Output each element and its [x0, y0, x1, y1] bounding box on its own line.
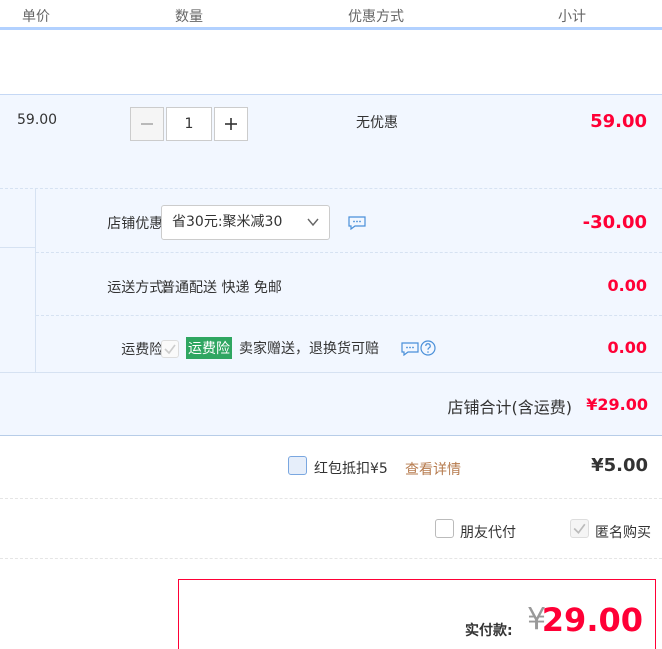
- quantity-input[interactable]: 1: [166, 107, 212, 141]
- check-icon: [573, 523, 586, 535]
- insurance-badge: 运费险: [186, 337, 232, 359]
- payment-options-row: 朋友代付 匿名购买: [0, 499, 662, 559]
- item-unit-price: 59.00: [17, 112, 58, 128]
- decrease-quantity-button[interactable]: [130, 107, 164, 141]
- item-subtotal: 59.00: [590, 111, 647, 132]
- help-icon[interactable]: [420, 340, 436, 356]
- insurance-row: 运费险: 运费险 卖家赠送，退换货可赔 0.00: [36, 316, 662, 372]
- shipping-amount: 0.00: [607, 276, 647, 295]
- shop-total-label: 店铺合计(含运费): [447, 398, 573, 417]
- col-unit-price: 单价: [22, 9, 50, 25]
- cart-item-row: 59.00 1 无优惠 59.00: [0, 94, 662, 189]
- shop-total-row: 店铺合计(含运费) ¥29.00: [0, 372, 662, 436]
- red-packet-checkbox[interactable]: [288, 456, 307, 475]
- shop-discount-row: 店铺优惠: 省30元:聚米减30 -30.00: [36, 189, 662, 253]
- insurance-text: 卖家赠送，退换货可赔: [239, 341, 379, 357]
- shipping-method: 普通配送 快递 免邮: [161, 280, 282, 296]
- item-promo: 无优惠: [356, 115, 398, 131]
- actual-payment-value: 29.00: [541, 601, 643, 639]
- increase-quantity-button[interactable]: [214, 107, 248, 141]
- shipping-row: 运送方式: 普通配送 快递 免邮 0.00: [36, 253, 662, 316]
- col-discount-method: 优惠方式: [348, 9, 404, 25]
- shop-discount-label: 店铺优惠:: [107, 216, 168, 232]
- message-icon[interactable]: [401, 342, 419, 356]
- insurance-amount: 0.00: [607, 338, 647, 357]
- plus-icon: [225, 118, 237, 130]
- red-packet-label: 红包抵扣¥5: [314, 461, 388, 477]
- chevron-down-icon: [307, 218, 319, 227]
- shipping-label: 运送方式:: [107, 280, 168, 296]
- shop-total-value: ¥29.00: [586, 395, 648, 414]
- red-packet-detail-link[interactable]: 查看详情: [405, 459, 461, 479]
- anonymous-checkbox[interactable]: [570, 519, 589, 538]
- insurance-checkbox: [161, 340, 179, 358]
- message-icon[interactable]: [348, 216, 366, 230]
- shop-summary-block: 店铺优惠: 省30元:聚米减30 -30.00 运送方式: 普通配送 快递 免邮…: [0, 189, 662, 372]
- actual-payment-box: 实付款: ¥ 29.00: [178, 579, 656, 649]
- red-packet-row: 红包抵扣¥5 查看详情 ¥5.00: [0, 436, 662, 499]
- actual-payment-label: 实付款:: [465, 623, 513, 639]
- minus-icon: [141, 123, 153, 125]
- quantity-stepper: 1: [130, 107, 248, 141]
- check-icon: [164, 344, 176, 355]
- friend-pay-label: 朋友代付: [460, 525, 516, 541]
- shop-left-bar: [0, 189, 36, 372]
- shop-discount-select[interactable]: 省30元:聚米减30: [161, 205, 330, 240]
- cart-table-header: 单价 数量 优惠方式 小计: [0, 0, 662, 30]
- anonymous-label: 匿名购买: [595, 525, 651, 541]
- shop-discount-selected: 省30元:聚米减30: [172, 214, 283, 230]
- friend-pay-checkbox[interactable]: [435, 519, 454, 538]
- col-subtotal: 小计: [558, 9, 586, 25]
- shop-discount-amount: -30.00: [582, 212, 647, 233]
- col-quantity: 数量: [175, 9, 203, 25]
- red-packet-amount: ¥5.00: [591, 455, 648, 476]
